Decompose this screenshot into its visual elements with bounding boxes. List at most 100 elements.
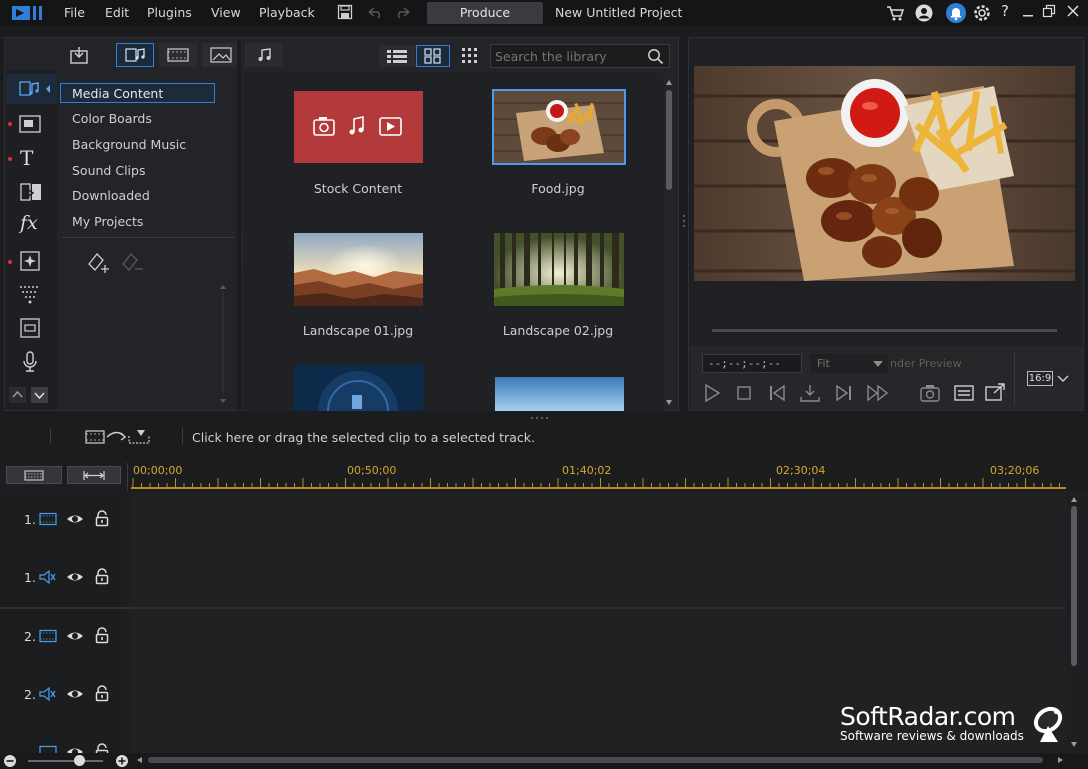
subtitle-room-icon[interactable] — [19, 317, 41, 339]
transition-room-icon[interactable] — [19, 181, 43, 203]
track-visibility-eye-icon[interactable] — [66, 686, 84, 702]
pip-objects-room-icon[interactable] — [18, 113, 42, 135]
undock-preview-icon[interactable] — [984, 382, 1006, 402]
preview-quality-icon[interactable] — [953, 383, 975, 403]
media-filter-audio-button[interactable] — [245, 43, 283, 67]
music-note-icon — [258, 48, 271, 61]
close-icon[interactable] — [1066, 4, 1080, 18]
particle-room-icon[interactable] — [19, 250, 41, 272]
track-lock-icon[interactable] — [94, 627, 110, 644]
partial-media-tile[interactable] — [495, 377, 624, 411]
track-visibility-eye-icon[interactable] — [66, 628, 84, 644]
audio-track-lane[interactable] — [131, 550, 1066, 608]
zoom-in-icon[interactable] — [115, 754, 129, 768]
timeline-vertical-scrollbar[interactable] — [1068, 492, 1080, 753]
room-color-boards[interactable]: Color Boards — [72, 111, 152, 126]
track-lock-icon[interactable] — [94, 685, 110, 702]
stock-content-tile[interactable] — [294, 91, 423, 163]
library-search-input[interactable] — [495, 47, 643, 65]
rooms-scrollbar[interactable] — [219, 283, 227, 405]
restore-icon[interactable] — [1042, 4, 1056, 18]
video-track-lane[interactable] — [131, 609, 1066, 667]
scroll-up-button[interactable] — [9, 387, 26, 403]
menu-playback[interactable]: Playback — [259, 5, 315, 20]
zoom-fit-select[interactable]: Fit — [810, 354, 892, 373]
room-media-content[interactable]: Media Content — [72, 86, 163, 101]
aspect-ratio-button[interactable]: 16:9 — [1027, 371, 1053, 386]
food-thumbnail[interactable] — [492, 89, 626, 165]
menu-edit[interactable]: Edit — [105, 5, 129, 20]
partial-media-tile[interactable] — [294, 365, 423, 411]
thumbnail-size-icon[interactable] — [461, 47, 479, 65]
zoom-slider-thumb[interactable] — [74, 755, 85, 766]
render-preview-button[interactable]: nder Preview — [888, 354, 1002, 373]
video-track-lane[interactable] — [131, 492, 1066, 550]
track-lock-icon[interactable] — [94, 743, 110, 753]
timeline-hint-text[interactable]: Click here or drag the selected clip to … — [192, 430, 535, 445]
import-media-icon[interactable] — [69, 45, 89, 65]
forest-thumbnail[interactable] — [494, 233, 624, 306]
track-lock-icon[interactable] — [94, 568, 110, 585]
chevron-down-icon[interactable] — [1057, 374, 1069, 384]
zoom-slider-track[interactable] — [28, 760, 103, 762]
split-clip-icon[interactable] — [799, 383, 821, 403]
media-filter-image-button[interactable] — [202, 43, 240, 67]
previous-frame-icon[interactable] — [767, 383, 787, 403]
settings-gear-icon[interactable] — [972, 3, 992, 23]
zoom-out-icon[interactable] — [3, 754, 17, 768]
snapshot-camera-icon[interactable] — [919, 383, 941, 403]
library-search-box[interactable] — [490, 44, 670, 68]
minimize-icon[interactable] — [1021, 4, 1035, 18]
list-view-button[interactable] — [379, 45, 415, 67]
microphone-icon[interactable] — [22, 351, 38, 373]
room-background-music[interactable]: Background Music — [72, 137, 186, 152]
fit-timeline-button[interactable] — [67, 466, 121, 484]
insert-clip-icon[interactable] — [85, 428, 155, 446]
redo-icon[interactable] — [394, 5, 412, 19]
track-visibility-eye-icon[interactable] — [66, 511, 84, 527]
timecode-display[interactable]: --;--;--;-- — [702, 354, 802, 373]
panel-splitter[interactable] — [237, 40, 241, 410]
scroll-down-button[interactable] — [31, 387, 48, 403]
search-icon[interactable] — [647, 48, 664, 65]
room-downloaded[interactable]: Downloaded — [72, 188, 150, 203]
fast-forward-icon[interactable] — [866, 383, 890, 403]
help-icon[interactable]: ? — [1001, 2, 1009, 20]
audio-mixing-room-icon[interactable] — [19, 283, 41, 305]
canyon-thumbnail[interactable] — [294, 233, 423, 306]
next-frame-icon[interactable] — [834, 383, 854, 403]
media-room-tab[interactable] — [6, 74, 57, 104]
effect-room-icon[interactable]: fx — [20, 212, 38, 234]
title-room-icon[interactable]: T — [20, 146, 33, 170]
play-icon[interactable] — [702, 383, 722, 403]
menu-plugins[interactable]: Plugins — [147, 5, 192, 20]
track-visibility-eye-icon[interactable] — [66, 744, 84, 753]
horizontal-splitter-grip[interactable] — [530, 416, 552, 420]
stop-icon[interactable] — [735, 384, 753, 402]
timeline-horizontal-scrollbar[interactable] — [134, 754, 1066, 766]
menu-file[interactable]: File — [64, 5, 85, 20]
track-lock-icon[interactable] — [94, 510, 110, 527]
media-room-list: Media Content Color Boards Background Mu… — [60, 80, 236, 240]
track-manager-button[interactable] — [6, 466, 62, 484]
save-icon[interactable] — [337, 4, 353, 20]
remove-tag-icon[interactable] — [119, 250, 145, 274]
cart-icon[interactable] — [885, 3, 905, 23]
library-scrollbar[interactable] — [664, 76, 674, 410]
menu-view[interactable]: View — [211, 5, 241, 20]
media-filter-all-button[interactable] — [116, 43, 154, 67]
panel-resize-handle[interactable] — [682, 214, 686, 228]
preview-seek-bar[interactable] — [712, 329, 1057, 332]
account-icon[interactable] — [914, 3, 934, 23]
food-label: Food.jpg — [531, 181, 585, 196]
room-my-projects[interactable]: My Projects — [72, 214, 143, 229]
produce-button[interactable]: Produce — [427, 2, 543, 24]
grid-view-button[interactable] — [416, 45, 450, 67]
divider — [182, 428, 183, 444]
media-filter-video-button[interactable] — [159, 43, 197, 67]
room-sound-clips[interactable]: Sound Clips — [72, 163, 145, 178]
track-visibility-eye-icon[interactable] — [66, 569, 84, 585]
notification-bell-icon[interactable] — [945, 2, 967, 24]
add-tag-icon[interactable] — [85, 250, 111, 274]
undo-icon[interactable] — [366, 5, 384, 19]
